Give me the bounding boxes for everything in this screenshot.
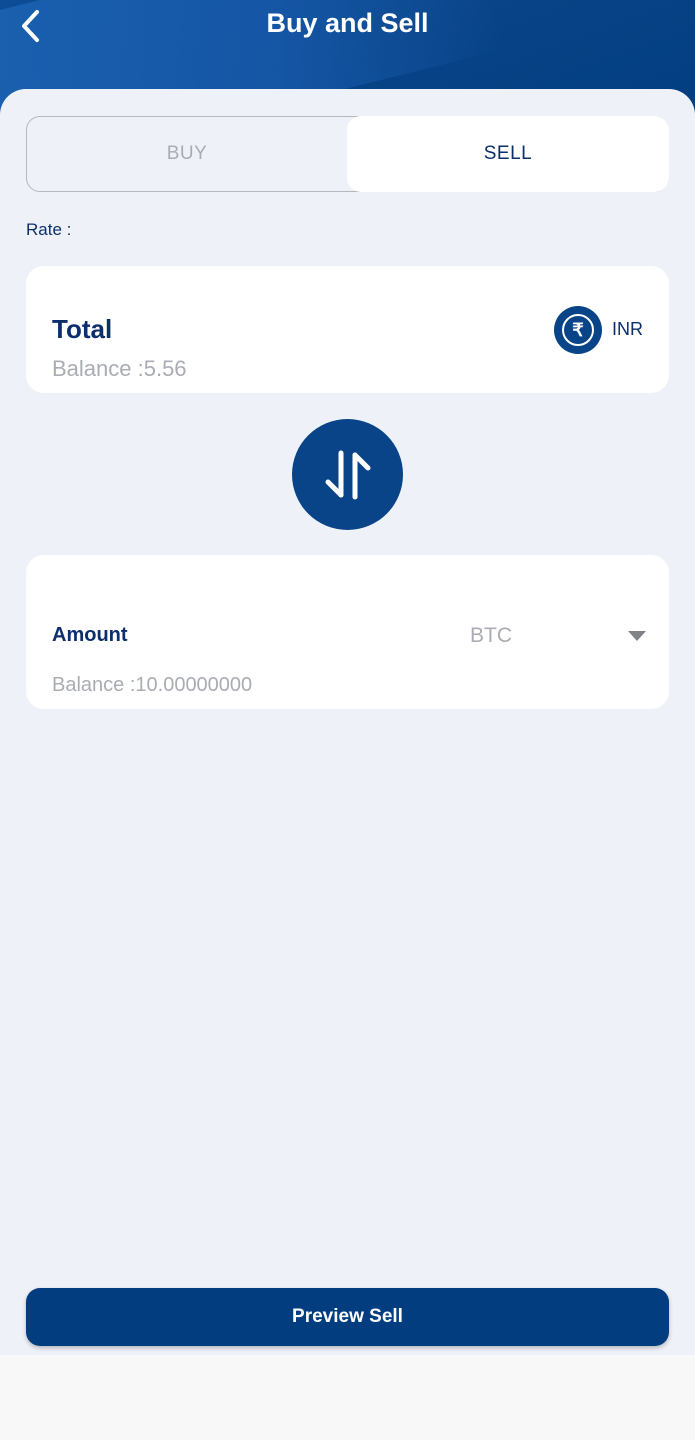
amount-balance: Balance :10.00000000 xyxy=(52,674,253,696)
caret-down-icon xyxy=(628,631,646,641)
tab-sell[interactable]: SELL xyxy=(347,116,669,192)
swap-arrows-icon xyxy=(325,450,370,499)
rupee-icon: ₹ xyxy=(554,306,602,354)
total-label: Total xyxy=(52,314,113,344)
asset-select-value: BTC xyxy=(470,624,512,647)
asset-select[interactable]: BTC xyxy=(456,615,646,655)
total-balance: Balance :5.56 xyxy=(52,356,187,381)
amount-label: Amount xyxy=(52,624,128,646)
page-title: Buy and Sell xyxy=(266,8,429,38)
rupee-symbol: ₹ xyxy=(562,314,594,346)
main-content: BUY SELL Rate : Total Balance :5.56 ₹ IN… xyxy=(0,89,695,1355)
tab-buy[interactable]: BUY xyxy=(27,117,347,191)
rate-label: Rate : xyxy=(26,220,72,239)
swap-button[interactable] xyxy=(292,419,403,530)
total-card: Total Balance :5.56 ₹ INR xyxy=(26,266,669,393)
currency-code: INR xyxy=(612,319,643,339)
amount-card: Amount BTC Balance :10.00000000 xyxy=(26,555,669,709)
buy-sell-toggle: BUY SELL xyxy=(26,116,669,192)
preview-sell-button[interactable]: Preview Sell xyxy=(26,1288,669,1346)
